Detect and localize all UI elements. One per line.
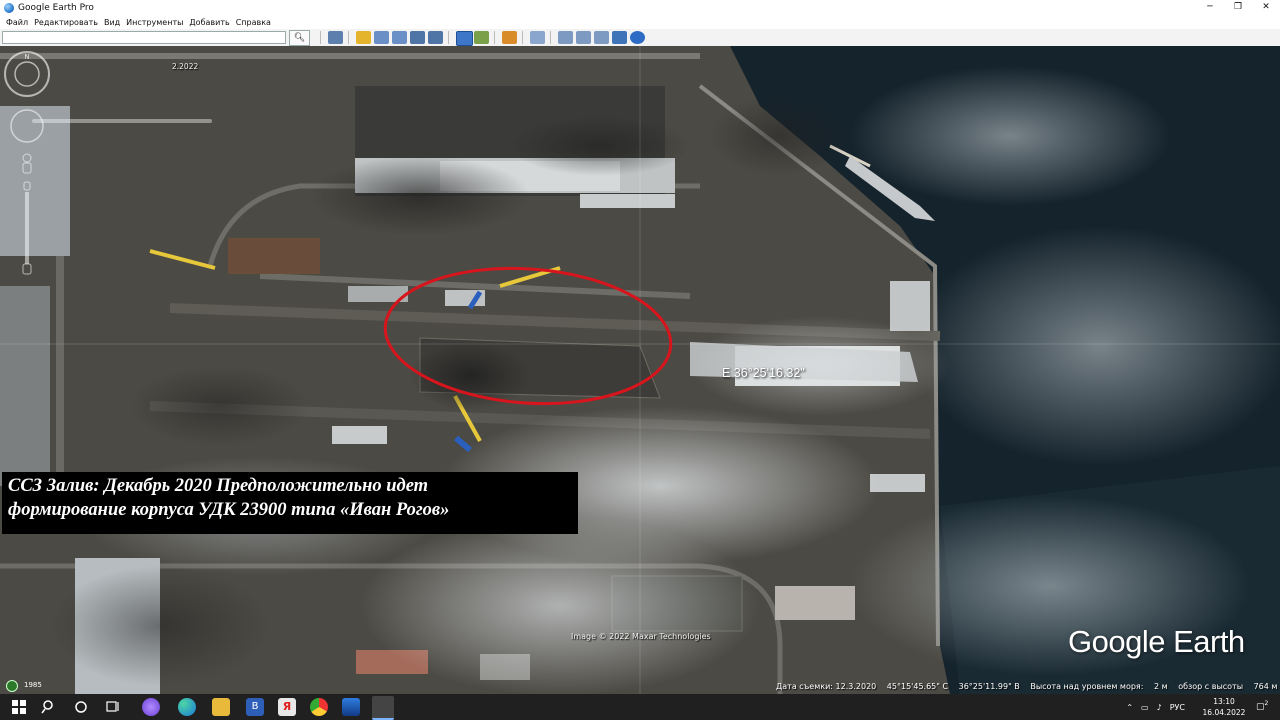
placemark-icon[interactable] [356, 31, 371, 44]
path-icon[interactable] [392, 31, 407, 44]
minimize-button[interactable]: ─ [1196, 0, 1224, 15]
historical-imagery-icon[interactable] [6, 680, 18, 692]
street-view-pegman-icon [22, 153, 32, 174]
clock-date: 16.04.2022 [1202, 708, 1246, 717]
longitude: 36°25'11.99" В [958, 682, 1020, 691]
switch-planet-icon[interactable] [502, 31, 517, 44]
notification-center-icon[interactable]: ▢2 [1256, 700, 1268, 712]
caption-line-1: ССЗ Залив: Декабрь 2020 Предположительно… [8, 476, 429, 496]
toolbar-separator [522, 31, 523, 44]
earth-community-icon[interactable] [630, 31, 645, 44]
volume-icon[interactable]: ♪ [1157, 703, 1162, 712]
network-icon[interactable]: ▭ [1141, 703, 1149, 712]
task-view-icon[interactable] [104, 698, 122, 716]
caption-box: ССЗ Залив: Декабрь 2020 Предположительно… [2, 472, 578, 534]
coordinate-label: E 36°25'16.32" [722, 366, 805, 380]
close-button[interactable]: ✕ [1252, 0, 1280, 15]
elevation-value: 2 м [1153, 682, 1168, 691]
toolbar-separator [494, 31, 495, 44]
alice-assistant-icon[interactable] [142, 698, 160, 716]
cortana-icon[interactable] [72, 698, 90, 716]
vk-app-icon[interactable]: B [246, 698, 264, 716]
image-overlay-icon[interactable] [410, 31, 425, 44]
menu-file[interactable]: Файл [6, 18, 28, 27]
satellite-imagery [0, 46, 1280, 694]
file-explorer-icon[interactable] [212, 698, 230, 716]
elevation-label: Высота над уровнем моря: [1030, 682, 1144, 691]
window-controls: ─ ❐ ✕ [1196, 0, 1280, 15]
yandex-browser-icon[interactable]: Я [278, 698, 296, 716]
edge-browser-icon[interactable] [178, 698, 196, 716]
historical-imagery-icon[interactable] [456, 31, 473, 46]
eye-altitude-value: 764 м [1253, 682, 1278, 691]
toolbar-separator [448, 31, 449, 44]
caption-line-2: формирование корпуса УДК 23900 типа «Ива… [8, 500, 450, 520]
menu-edit[interactable]: Редактировать [34, 18, 98, 27]
toolbar-separator [348, 31, 349, 44]
google-earth-logo: Google Earth [1068, 624, 1245, 659]
sidebar-toggle-icon[interactable] [328, 31, 343, 44]
latitude: 45°15'45.65" С [886, 682, 949, 691]
photos-app-icon[interactable] [342, 698, 360, 716]
svg-text:N: N [24, 53, 29, 61]
language-indicator[interactable]: РУС [1170, 703, 1185, 712]
view-in-maps-icon[interactable] [612, 31, 627, 44]
menu-view[interactable]: Вид [104, 18, 120, 27]
search-icon[interactable] [40, 698, 58, 716]
record-tour-icon[interactable] [428, 31, 443, 44]
zoom-slider-icon [22, 181, 32, 275]
clock-time: 13:10 [1213, 697, 1235, 706]
system-tray: ⌃ ▭ ♪ РУС [1118, 694, 1185, 720]
polygon-icon[interactable] [374, 31, 389, 44]
notification-count: 2 [1264, 700, 1269, 707]
search-input[interactable] [2, 31, 286, 44]
sunlight-icon[interactable] [474, 31, 489, 44]
email-icon[interactable] [558, 31, 573, 44]
search-button[interactable]: 🔍︎ [289, 30, 310, 46]
navigation-controls[interactable]: N [0, 50, 54, 280]
imagery-credit: Image © 2022 Maxar Technologies [571, 632, 711, 641]
historical-year-label: 1985 [24, 681, 42, 689]
print-icon[interactable] [576, 31, 591, 44]
compass-icon: N [4, 51, 50, 97]
menu-bar: Файл Редактировать Вид Инструменты Добав… [0, 15, 1280, 30]
toolbar-separator [550, 31, 551, 44]
map-viewport[interactable]: 2.2022 E 36°25'16.32" ССЗ Залив: Декабрь… [0, 46, 1280, 694]
title-bar: Google Earth Pro ─ ❐ ✕ [0, 0, 1280, 15]
windows-taskbar: B Я ⌃ ▭ ♪ РУС 13:10 16.04.2022 ▢2 [0, 694, 1280, 720]
chrome-browser-icon[interactable] [310, 698, 328, 716]
toolbar: 🔍︎ [0, 29, 1280, 47]
menu-add[interactable]: Добавить [189, 18, 229, 27]
maximize-button[interactable]: ❐ [1224, 0, 1252, 15]
tray-chevron-icon[interactable]: ⌃ [1126, 703, 1133, 712]
menu-tools[interactable]: Инструменты [126, 18, 183, 27]
window-title: Google Earth Pro [18, 2, 94, 13]
ruler-icon[interactable] [530, 31, 545, 44]
time-slider[interactable] [32, 119, 212, 123]
eye-altitude-label: обзор с высоты [1178, 682, 1244, 691]
windows-start-icon[interactable] [10, 698, 28, 716]
time-slider-label: 2.2022 [172, 62, 199, 71]
pan-control-icon [10, 109, 44, 143]
google-earth-app-icon [4, 2, 14, 13]
capture-date: Дата съемки: 12.3.2020 [776, 682, 877, 691]
status-bar: Дата съемки: 12.3.2020 45°15'45.65" С 36… [776, 682, 1280, 691]
google-earth-taskbar-icon[interactable] [372, 696, 394, 720]
search-icon: 🔍︎ [293, 33, 306, 43]
toolbar-separator [320, 31, 321, 44]
save-image-icon[interactable] [594, 31, 609, 44]
menu-help[interactable]: Справка [236, 18, 271, 27]
clock[interactable]: 13:10 16.04.2022 [1196, 696, 1252, 718]
